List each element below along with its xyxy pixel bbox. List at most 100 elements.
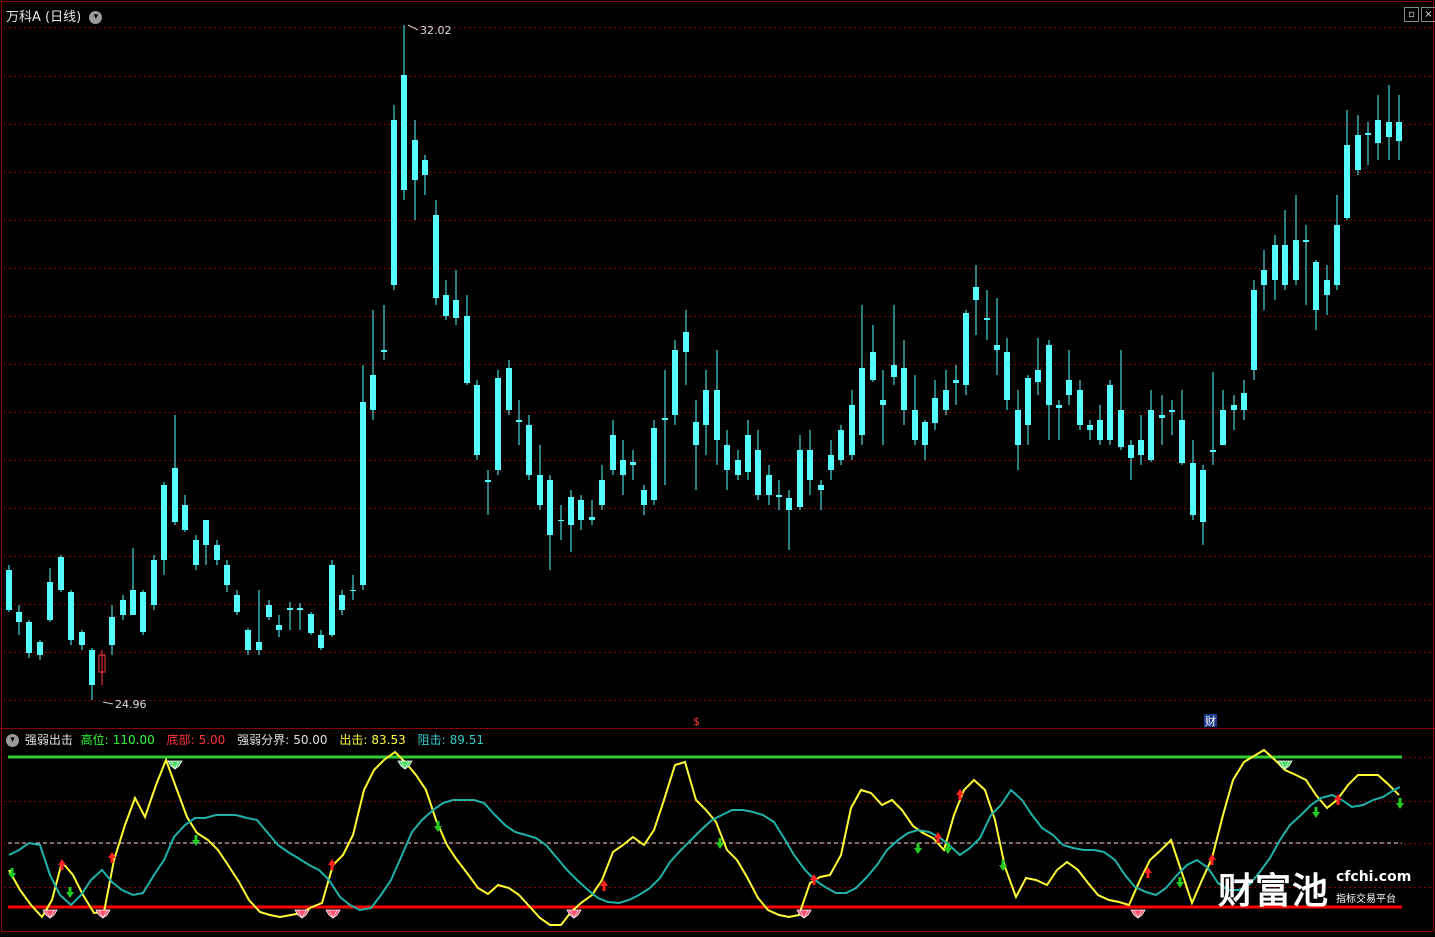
candle-body — [963, 313, 969, 385]
close-icon[interactable]: × — [1421, 7, 1435, 22]
candle-body — [922, 422, 928, 445]
buy-arrow-icon-shape — [328, 859, 336, 870]
bottom-gem-icon — [566, 909, 582, 919]
watermark-sub: 指标交易平台 — [1336, 894, 1396, 905]
candle — [526, 415, 532, 480]
candle-body — [339, 595, 345, 610]
candle — [745, 420, 751, 480]
candle — [755, 430, 761, 500]
candle-body — [203, 520, 209, 545]
chart-canvas[interactable]: 32.02 24.96 $ 财 — [0, 0, 1435, 933]
candle — [807, 430, 813, 495]
candle-body — [880, 400, 886, 405]
candle — [297, 603, 303, 630]
candle-body — [662, 418, 668, 420]
chevron-down-icon[interactable]: ▾ — [89, 11, 103, 24]
yellow-line — [8, 748, 1400, 926]
high-label: 高位: — [80, 733, 109, 747]
candle — [912, 375, 918, 445]
candle-body — [464, 316, 470, 383]
candle — [1128, 440, 1134, 480]
watermark-brand: 财富池 — [1218, 871, 1330, 912]
candle — [1293, 195, 1299, 285]
sell-arrow-icon — [8, 868, 16, 879]
candle-body — [318, 635, 324, 648]
bottom-value: 5.00 — [198, 733, 226, 747]
bottom-gem-icon-shape — [796, 909, 812, 919]
candle — [662, 370, 668, 485]
candle-body — [1396, 122, 1402, 141]
candle-body — [547, 480, 553, 535]
candle-body — [422, 160, 428, 175]
candle — [1303, 225, 1309, 305]
candle — [1046, 340, 1052, 440]
bottom-gem-icon — [1130, 909, 1146, 919]
candle-body — [1004, 352, 1010, 400]
candle-body — [1231, 405, 1237, 410]
candle — [651, 420, 657, 505]
candle — [26, 620, 32, 658]
candle — [1344, 110, 1350, 220]
candle — [1118, 350, 1124, 450]
candle-body — [1025, 378, 1031, 425]
top-gem-icon — [167, 760, 183, 770]
candle-body — [193, 540, 199, 565]
candle — [308, 612, 314, 635]
candle-body — [1365, 133, 1371, 135]
candle — [1107, 380, 1113, 445]
candle — [474, 380, 480, 460]
candle-body — [391, 120, 397, 285]
candle-body — [214, 545, 220, 560]
restore-icon[interactable]: ▫ — [1404, 7, 1419, 22]
candle — [859, 305, 865, 445]
candle-body — [16, 612, 22, 622]
candle-body — [912, 410, 918, 440]
candle-body — [1077, 390, 1083, 425]
candle-body — [1220, 410, 1226, 445]
candle — [880, 370, 886, 445]
candle — [1015, 390, 1021, 470]
bottom-gem-icon-shape — [294, 909, 310, 919]
candle-body — [37, 642, 43, 655]
candle — [984, 290, 990, 340]
candle — [943, 370, 949, 415]
candle — [922, 420, 928, 460]
sell-arrow-icon-shape — [1312, 807, 1320, 818]
candle — [1138, 415, 1144, 465]
bottom-gem-icon — [95, 909, 111, 919]
chevron-down-icon[interactable]: ▾ — [6, 734, 19, 747]
candle-body — [1046, 345, 1052, 405]
candle — [973, 265, 979, 335]
sell-arrow-icon — [1396, 798, 1404, 809]
candle-body — [120, 600, 126, 615]
candle-body — [1241, 393, 1247, 410]
candle — [786, 490, 792, 550]
candle-body — [953, 380, 959, 383]
candle-body — [891, 365, 897, 377]
candle-body — [932, 398, 938, 423]
top-gem-icon-shape — [1277, 760, 1293, 770]
candle — [1365, 122, 1371, 165]
candle — [1231, 395, 1237, 430]
candle — [703, 370, 709, 455]
candle-body — [79, 632, 85, 645]
candle-body — [506, 368, 512, 410]
candle — [1375, 95, 1381, 160]
candle-body — [453, 300, 459, 318]
candle — [256, 590, 262, 655]
candle — [443, 280, 449, 320]
candle — [1396, 95, 1402, 160]
candle — [1097, 405, 1103, 445]
bottom-gem-icon-shape — [325, 909, 341, 919]
event-marker-s: $ — [693, 715, 700, 728]
candle — [224, 560, 230, 592]
candle-body — [1015, 410, 1021, 445]
sell-arrow-icon-shape — [8, 868, 16, 879]
candle-body — [161, 485, 167, 560]
candle-body — [630, 462, 636, 465]
candle — [412, 120, 418, 220]
sell-arrow-icon — [192, 835, 200, 846]
candle-body — [703, 390, 709, 425]
candle — [245, 628, 251, 655]
candle-body — [1334, 225, 1340, 285]
